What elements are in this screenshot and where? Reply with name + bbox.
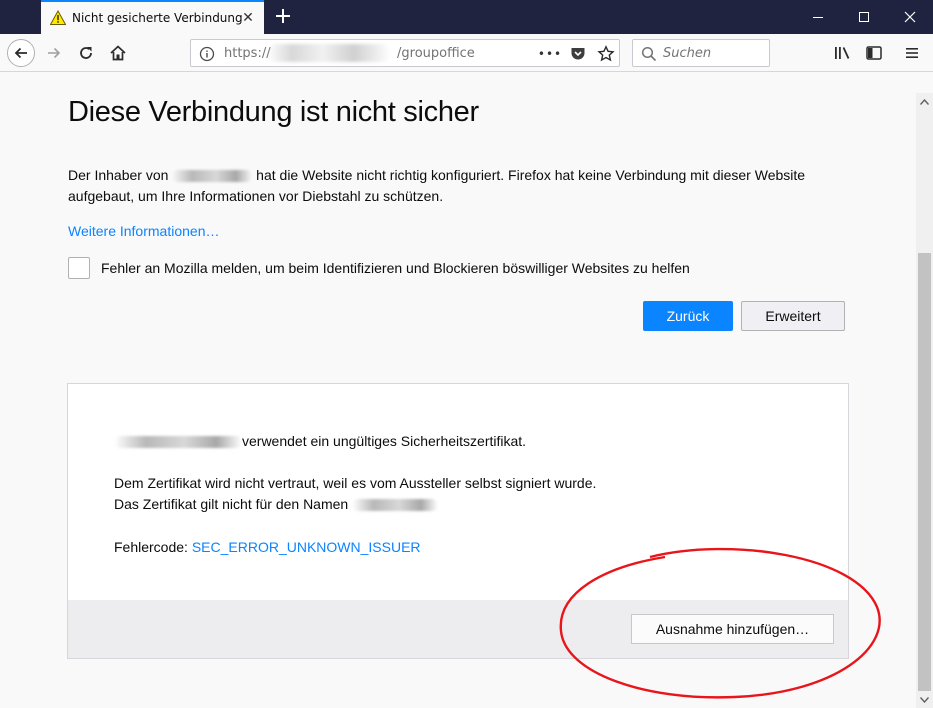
tab-close-icon[interactable]: ✕ bbox=[240, 10, 256, 26]
address-bar[interactable]: https:// /groupoffice ••• bbox=[190, 39, 620, 67]
scroll-down-arrow-icon[interactable] bbox=[916, 691, 933, 708]
reload-button[interactable] bbox=[71, 38, 101, 68]
page-actions-icon[interactable]: ••• bbox=[538, 45, 561, 63]
redacted-host bbox=[172, 170, 253, 183]
cert-invalid-suffix: verwendet ein ungültiges Sicherheitszert… bbox=[242, 433, 527, 449]
forward-button[interactable] bbox=[39, 38, 69, 68]
search-icon bbox=[641, 46, 657, 62]
more-info-link[interactable]: Weitere Informationen… bbox=[68, 223, 219, 239]
advanced-panel: verwendet ein ungültiges Sicherheitszert… bbox=[67, 383, 849, 659]
advanced-button[interactable]: Erweitert bbox=[741, 301, 845, 331]
redacted-host bbox=[267, 44, 391, 62]
warning-icon bbox=[50, 10, 66, 25]
hamburger-menu-icon bbox=[906, 48, 918, 58]
menu-button[interactable] bbox=[897, 38, 927, 68]
search-bar[interactable] bbox=[632, 39, 770, 67]
tab-title: Nicht gesicherte Verbindung bbox=[72, 11, 243, 25]
sidebar-button[interactable] bbox=[859, 38, 889, 68]
cert-name-mismatch-text: Das Zertifikat gilt nicht für den Namen bbox=[114, 496, 439, 512]
description-text-start: Der Inhaber von bbox=[68, 167, 173, 183]
navigation-toolbar: https:// /groupoffice ••• bbox=[0, 34, 933, 72]
tab-strip: Nicht gesicherte Verbindung ✕ bbox=[0, 0, 933, 34]
reload-icon bbox=[80, 47, 92, 59]
info-icon[interactable] bbox=[199, 46, 215, 62]
error-code-row: Fehlercode: SEC_ERROR_UNKNOWN_ISSUER bbox=[114, 539, 421, 555]
add-exception-button[interactable]: Ausnahme hinzufügen… bbox=[631, 614, 834, 644]
minimize-button[interactable] bbox=[795, 0, 841, 34]
sidebar-icon bbox=[866, 46, 882, 60]
report-checkbox-row[interactable]: Fehler an Mozilla melden, um beim Identi… bbox=[68, 257, 868, 281]
close-window-button[interactable] bbox=[887, 0, 933, 34]
error-code-link[interactable]: SEC_ERROR_UNKNOWN_ISSUER bbox=[192, 539, 421, 555]
vertical-scrollbar[interactable] bbox=[916, 93, 933, 708]
page-title: Diese Verbindung ist nicht sicher bbox=[68, 96, 479, 128]
page-content: Diese Verbindung ist nicht sicher Der In… bbox=[0, 72, 916, 708]
scrollbar-thumb[interactable] bbox=[918, 253, 931, 691]
minimize-icon bbox=[813, 17, 823, 18]
plus-icon bbox=[276, 9, 290, 23]
report-checkbox[interactable] bbox=[68, 257, 90, 279]
redacted-host bbox=[114, 436, 242, 449]
error-code-label: Fehlercode: bbox=[114, 539, 192, 555]
pocket-icon[interactable] bbox=[569, 45, 587, 63]
url-path: /groupoffice bbox=[397, 46, 475, 61]
library-icon bbox=[835, 47, 850, 59]
home-button[interactable] bbox=[103, 38, 133, 68]
maximize-button[interactable] bbox=[841, 0, 887, 34]
url-scheme: https:// bbox=[224, 46, 271, 61]
redacted-host bbox=[352, 499, 439, 512]
advanced-panel-footer: Ausnahme hinzufügen… bbox=[68, 600, 848, 658]
scroll-up-arrow-icon[interactable] bbox=[916, 93, 933, 110]
cert-invalid-text: verwendet ein ungültiges Sicherheitszert… bbox=[114, 433, 526, 449]
arrow-right-icon bbox=[48, 47, 61, 59]
bookmark-star-icon[interactable] bbox=[597, 45, 615, 63]
cert-untrusted-text: Dem Zertifikat wird nicht vertraut, weil… bbox=[114, 475, 597, 491]
home-icon bbox=[110, 45, 126, 61]
arrow-left-icon bbox=[7, 39, 35, 67]
back-button[interactable] bbox=[6, 38, 36, 68]
back-to-safety-button[interactable]: Zurück bbox=[643, 301, 733, 331]
search-input[interactable] bbox=[663, 43, 763, 63]
library-button[interactable] bbox=[827, 38, 857, 68]
cert-name-prefix: Das Zertifikat gilt nicht für den Namen bbox=[114, 496, 353, 512]
error-description: Der Inhaber von hat die Website nicht ri… bbox=[68, 165, 828, 207]
new-tab-button[interactable] bbox=[272, 6, 294, 28]
maximize-icon bbox=[859, 12, 869, 22]
tab-active[interactable]: Nicht gesicherte Verbindung ✕ bbox=[41, 0, 264, 34]
report-checkbox-label[interactable]: Fehler an Mozilla melden, um beim Identi… bbox=[101, 260, 690, 276]
close-icon bbox=[904, 11, 916, 23]
